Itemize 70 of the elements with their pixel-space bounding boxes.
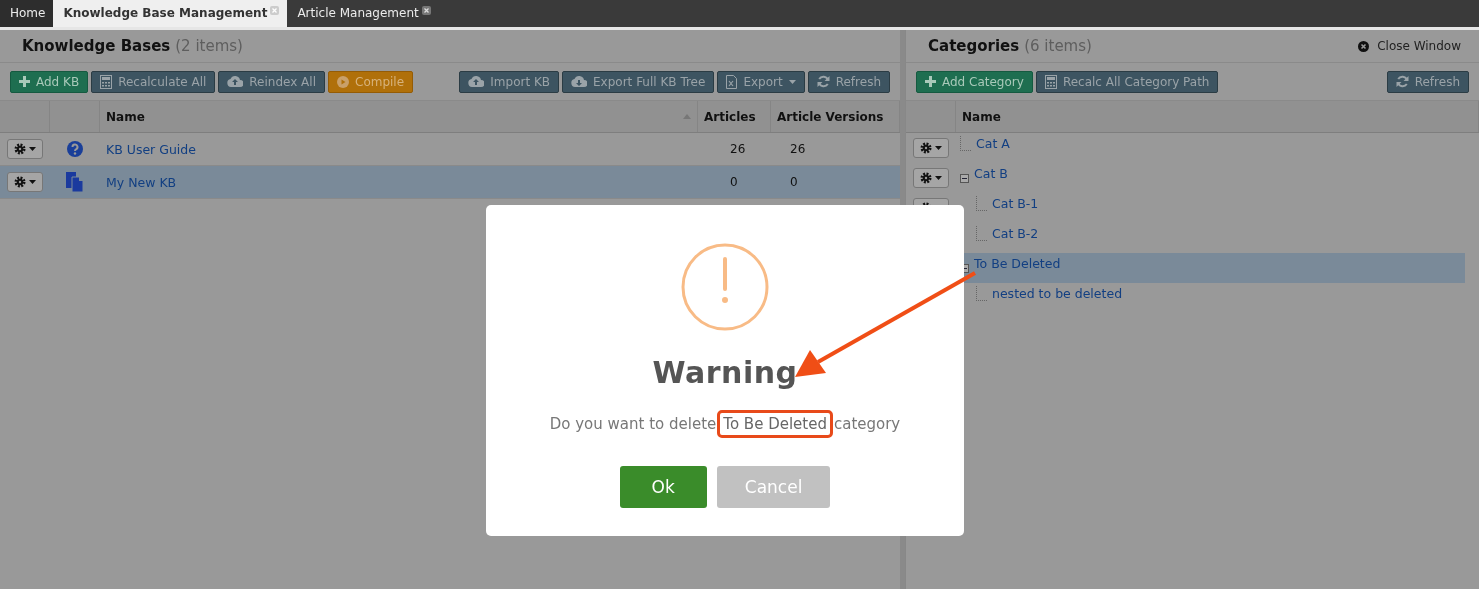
gear-icon xyxy=(14,143,26,155)
help-icon xyxy=(67,141,83,157)
plus-icon xyxy=(19,76,30,87)
tree-item[interactable]: Cat B xyxy=(974,166,1008,181)
caret-icon xyxy=(788,79,796,84)
sort-ascending-icon xyxy=(683,114,691,119)
highlighted-category-name: To Be Deleted xyxy=(717,410,833,438)
gear-icon xyxy=(920,142,932,154)
panel-title: Categories xyxy=(928,37,1020,55)
tree-item[interactable]: nested to be deleted xyxy=(992,286,1123,301)
dialog-message: category xyxy=(833,415,901,433)
row-actions-button[interactable] xyxy=(7,172,43,192)
refresh-icon xyxy=(1395,75,1409,88)
tree-item[interactable]: Cat B-1 xyxy=(992,196,1039,211)
item-count: (6 items) xyxy=(1024,37,1092,55)
table-cell-text: 26 xyxy=(729,142,747,156)
ok-button[interactable]: Ok xyxy=(619,466,707,508)
table-cell-text: 0 xyxy=(729,175,739,189)
tree-item[interactable]: Cat B-2 xyxy=(992,226,1039,241)
column-header[interactable]: Name xyxy=(962,109,1001,124)
refresh-icon xyxy=(816,75,830,88)
caret-icon xyxy=(29,180,36,184)
toolbar-button[interactable]: Reindex All xyxy=(218,70,325,93)
row-actions-button[interactable] xyxy=(7,139,43,159)
tree-item[interactable]: To Be Deleted xyxy=(974,256,1061,271)
table-cell-text: 0 xyxy=(789,175,799,189)
row-actions-button[interactable] xyxy=(913,168,949,188)
toolbar-button[interactable]: Recalculate All xyxy=(91,70,216,93)
spreadsheet-file-icon xyxy=(726,74,738,89)
kb-name-link[interactable]: KB User Guide xyxy=(100,141,724,157)
close-window-button[interactable]: Close Window xyxy=(1352,38,1467,54)
plus-icon xyxy=(925,76,936,87)
toolbar-button[interactable]: Refresh xyxy=(807,70,890,93)
item-count: (2 items) xyxy=(175,37,243,55)
caret-icon xyxy=(935,176,942,180)
gear-icon xyxy=(920,172,932,184)
caret-icon xyxy=(29,147,36,151)
caret-icon xyxy=(935,146,942,150)
toolbar-button[interactable]: Refresh xyxy=(1386,70,1469,93)
panel-title: Knowledge Bases xyxy=(22,37,171,55)
row-actions-button[interactable] xyxy=(913,138,949,158)
add-button[interactable]: Add Category xyxy=(916,70,1033,93)
tab[interactable]: Home xyxy=(0,0,54,27)
calculator-icon xyxy=(100,74,113,89)
cloud-download-icon xyxy=(571,76,588,87)
collapse-icon[interactable] xyxy=(960,174,969,183)
column-header[interactable]: Name xyxy=(106,109,145,124)
calculator-icon xyxy=(1044,74,1057,89)
toolbar-button[interactable]: Export xyxy=(717,70,805,93)
tree-item[interactable]: Cat A xyxy=(976,136,1010,151)
cloud-upload-icon xyxy=(468,76,485,87)
add-button[interactable]: Add KB xyxy=(10,70,89,93)
column-header[interactable]: Articles xyxy=(704,109,756,124)
tab[interactable]: Knowledge Base Management xyxy=(53,0,288,27)
dialog-message: Do you want to delete xyxy=(549,415,717,433)
kb-name-link[interactable]: My New KB xyxy=(100,174,724,190)
documents-icon xyxy=(66,172,84,192)
dialog-title: Warning xyxy=(652,355,798,390)
close-icon[interactable] xyxy=(421,6,431,15)
toolbar-button[interactable]: Compile xyxy=(328,70,414,93)
gear-icon xyxy=(14,176,26,188)
cloud-upload-icon xyxy=(227,76,244,87)
column-header[interactable]: Article Versions xyxy=(777,109,884,124)
table-cell-text: 26 xyxy=(789,142,807,156)
play-icon xyxy=(337,75,349,88)
warning-icon xyxy=(681,243,769,331)
close-icon xyxy=(1358,40,1370,52)
toolbar-button[interactable]: Export Full KB Tree xyxy=(562,70,715,93)
toolbar-button[interactable]: Import KB xyxy=(459,70,560,93)
toolbar-button[interactable]: Recalc All Category Path xyxy=(1035,70,1219,93)
